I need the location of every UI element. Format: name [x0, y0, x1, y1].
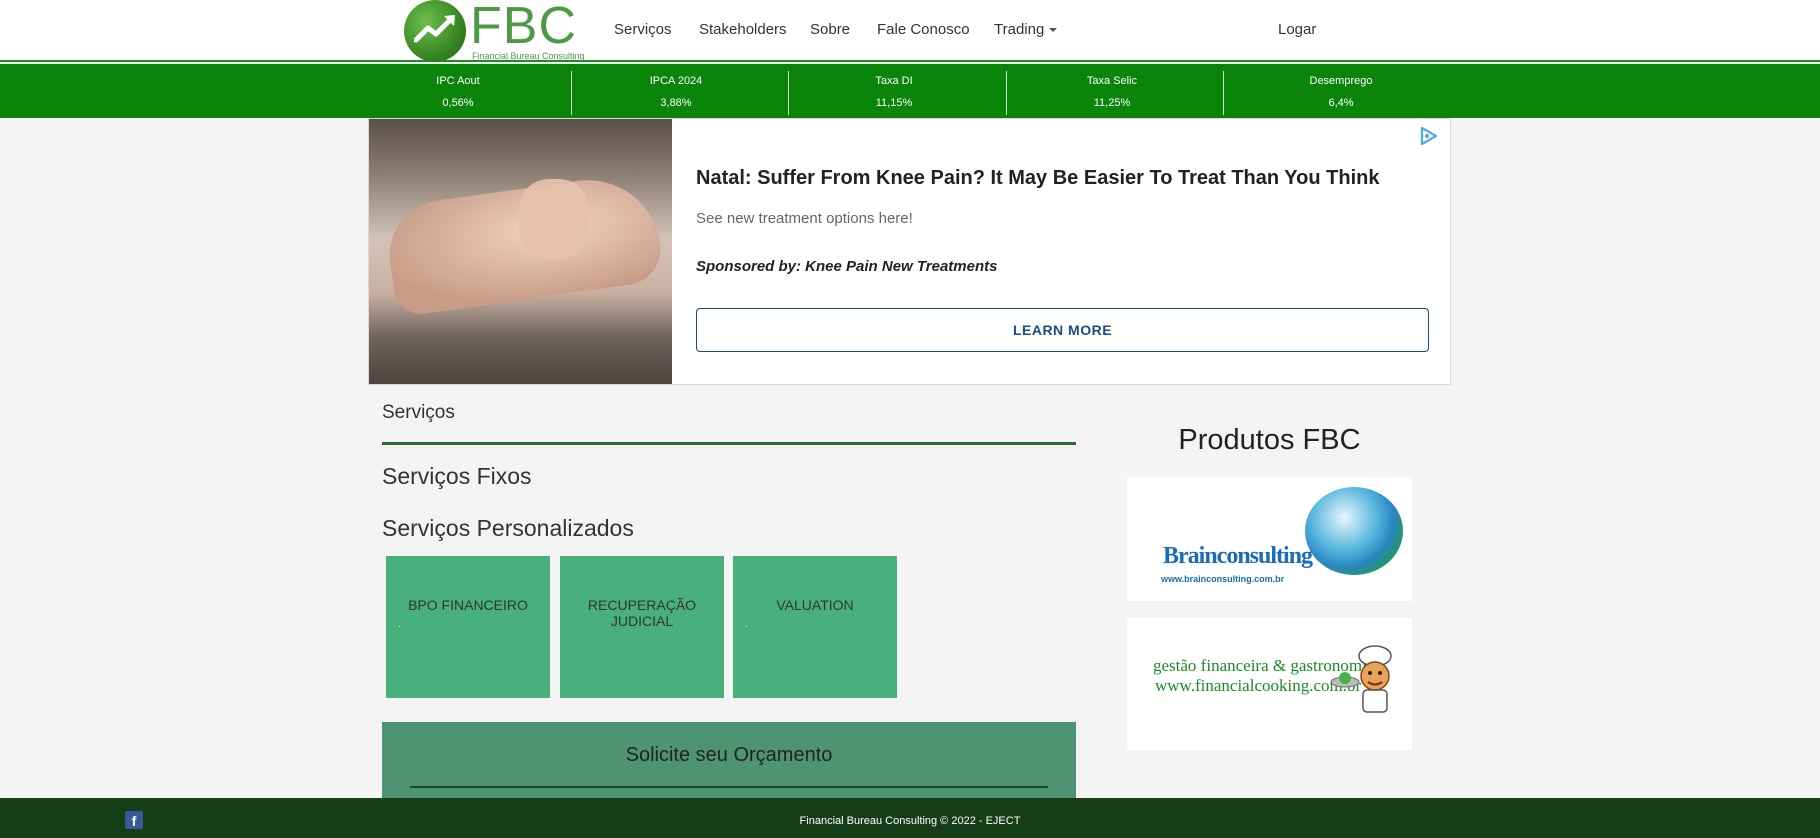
- nav-stakeholders[interactable]: Stakeholders: [699, 21, 787, 38]
- section-title: Serviços: [382, 402, 455, 423]
- top-navbar: FBC Financial Bureau Consulting Serviços…: [0, 0, 1820, 62]
- products-title: Produtos FBC: [1178, 424, 1361, 456]
- ad-description: See new treatment options here!: [696, 210, 913, 227]
- footer: f Financial Bureau Consulting © 2022 - E…: [0, 798, 1820, 838]
- brainconsulting-url: www.brainconsulting.com.br: [1161, 574, 1285, 584]
- service-card-recuperacao[interactable]: RECUPERAÇÃO JUDICIAL: [560, 556, 724, 698]
- ticker-item-ipca: IPCA 2024 3,88%: [601, 70, 751, 114]
- ticker-value: 11,15%: [875, 97, 913, 109]
- ticker-value: 11,25%: [1093, 97, 1131, 109]
- section-divider: [382, 442, 1076, 445]
- financialcooking-banner[interactable]: gestão financeira & gastronomia www.fina…: [1127, 618, 1412, 750]
- service-card-label: BPO FINANCEIRO: [408, 597, 528, 613]
- ticker-divider: [1006, 71, 1007, 115]
- fbc-logo[interactable]: FBC Financial Bureau Consulting: [404, 0, 585, 62]
- brainconsulting-name: Brainconsulting: [1163, 543, 1313, 569]
- brainconsulting-banner[interactable]: Brainconsulting www.brainconsulting.com.…: [1127, 477, 1412, 601]
- ticker-item-ipc: IPC Aout 0,56%: [383, 70, 533, 114]
- nav-servicos[interactable]: Serviços: [614, 21, 672, 38]
- nav-trading-label: Trading: [994, 21, 1045, 38]
- ticker-label: Taxa Selic: [1086, 75, 1138, 87]
- ad-image-hand: [519, 179, 589, 259]
- ticker-divider: [571, 71, 572, 115]
- ticker-label: Taxa DI: [875, 75, 913, 87]
- brain-globe-icon: [1305, 487, 1403, 575]
- ticker-item-desemprego: Desemprego 6,4%: [1266, 70, 1416, 114]
- service-card-label: VALUATION: [776, 597, 854, 613]
- chef-mascot-icon: [1330, 645, 1392, 713]
- ticker-label: IPCA 2024: [649, 75, 703, 87]
- card-dot: .: [398, 619, 401, 630]
- indicators-ticker: IPC Aout 0,56% IPCA 2024 3,88% Taxa DI 1…: [0, 64, 1820, 118]
- service-card-valuation[interactable]: VALUATION .: [733, 556, 897, 698]
- learn-more-button[interactable]: LEARN MORE: [696, 308, 1429, 352]
- ticker-item-taxa-di: Taxa DI 11,15%: [819, 70, 969, 114]
- nav-trading-dropdown[interactable]: Trading: [994, 21, 1058, 38]
- ticker-divider: [788, 71, 789, 115]
- nav-sobre[interactable]: Sobre: [810, 21, 850, 38]
- sponsored-ad[interactable]: Natal: Suffer From Knee Pain? It May Be …: [368, 118, 1451, 385]
- login-link[interactable]: Logar: [1278, 21, 1316, 38]
- quote-request-title: Solicite seu Orçamento: [625, 744, 833, 766]
- footer-copyright: Financial Bureau Consulting © 2022 - EJE…: [799, 815, 1021, 827]
- chevron-down-icon: [1049, 28, 1058, 33]
- nav-fale-conosco[interactable]: Fale Conosco: [877, 21, 970, 38]
- ticker-divider: [1223, 71, 1224, 115]
- ticker-label: IPC Aout: [436, 75, 480, 87]
- ticker-value: 3,88%: [660, 97, 692, 109]
- ticker-value: 6,4%: [1328, 97, 1354, 109]
- service-card-label: RECUPERAÇÃO JUDICIAL: [587, 597, 697, 629]
- logo-arrow-icon: [414, 15, 455, 43]
- adchoices-icon[interactable]: [1418, 125, 1440, 147]
- ticker-item-selic: Taxa Selic 11,25%: [1037, 70, 1187, 114]
- quote-divider: [410, 786, 1048, 788]
- ad-headline[interactable]: Natal: Suffer From Knee Pain? It May Be …: [696, 167, 1379, 190]
- ad-sponsor: Sponsored by: Knee Pain New Treatments: [696, 258, 998, 275]
- quote-request-panel: Solicite seu Orçamento: [382, 722, 1076, 802]
- ticker-label: Desemprego: [1309, 75, 1373, 87]
- logo-tagline: Financial Bureau Consulting: [472, 51, 585, 61]
- logo-text: FBC: [470, 0, 577, 55]
- service-card-bpo[interactable]: BPO FINANCEIRO .: [386, 556, 550, 698]
- ad-image[interactable]: [369, 119, 672, 384]
- ticker-value: 0,56%: [442, 97, 474, 109]
- custom-services-heading: Serviços Personalizados: [382, 515, 634, 541]
- fixed-services-heading: Serviços Fixos: [382, 463, 532, 489]
- card-dot: .: [745, 619, 748, 630]
